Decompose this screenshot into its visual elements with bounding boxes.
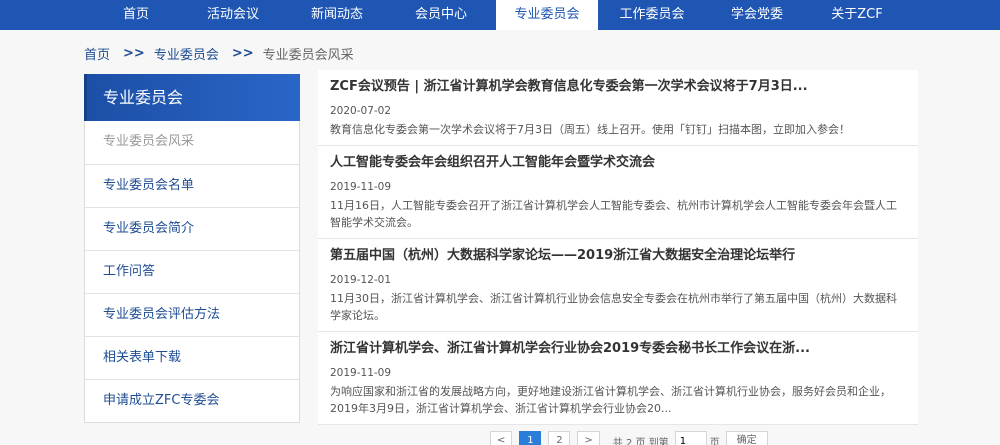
nav-home[interactable]: 首页 [94, 0, 178, 30]
article-list: ZCF会议预告 | 浙江省计算机学会教育信息化专委会第一次学术会议将于7月3日.… [318, 70, 918, 425]
sidebar-item-forms[interactable]: 相关表单下载 [85, 336, 299, 379]
sidebar-item-faq[interactable]: 工作问答 [85, 250, 299, 293]
article-date: 2020-07-02 [330, 105, 392, 117]
article-item: 人工智能专委会年会组织召开人工智能年会暨学术交流会 2019-11-09 11月… [318, 146, 918, 239]
sidebar-item-evaluation[interactable]: 专业委员会评估方法 [85, 293, 299, 336]
nav-party-committee[interactable]: 学会党委 [706, 0, 808, 30]
nav-member-center[interactable]: 会员中心 [386, 0, 496, 30]
article-date: 2019-11-09 [330, 181, 392, 193]
article-date: 2019-11-09 [330, 367, 392, 379]
sidebar-item-style[interactable]: 专业委员会风采 [85, 121, 299, 164]
page-number-input[interactable] [674, 431, 707, 445]
article-date: 2019-12-01 [330, 274, 392, 286]
nav-about-zcf[interactable]: 关于ZCF [808, 0, 906, 30]
breadcrumb: 首页 >> 专业委员会 >> 专业委员会风采 [84, 44, 354, 63]
article-item: ZCF会议预告 | 浙江省计算机学会教育信息化专委会第一次学术会议将于7月3日.… [318, 70, 918, 146]
next-page-button[interactable]: > [577, 431, 600, 445]
top-navigation: 首页 活动会议 新闻动态 会员中心 专业委员会 工作委员会 学会党委 关于ZCF [0, 0, 1000, 30]
page-1-button[interactable]: 1 [519, 431, 542, 445]
nav-activities[interactable]: 活动会议 [178, 0, 288, 30]
pagination: < 1 2 > 共 2 页 到第 页 确定 [490, 431, 768, 445]
total-pages-text: 共 2 页 到第 [612, 437, 669, 445]
sidebar: 专业委员会 专业委员会风采 专业委员会名单 专业委员会简介 工作问答 专业委员会… [84, 74, 300, 423]
breadcrumb-separator: >> [123, 46, 145, 61]
article-summary: 教育信息化专委会第一次学术会议将于7月3日（周五）线上召开。使用「钉钉」扫描本图… [330, 123, 850, 136]
article-title[interactable]: 第五届中国（杭州）大数据科学家论坛——2019浙江省大数据安全治理论坛举行 [330, 247, 906, 265]
page-unit-text: 页 [709, 437, 720, 445]
article-title[interactable]: ZCF会议预告 | 浙江省计算机学会教育信息化专委会第一次学术会议将于7月3日.… [330, 78, 906, 96]
nav-working-committee[interactable]: 工作委员会 [598, 0, 706, 30]
sidebar-item-list[interactable]: 专业委员会名单 [85, 164, 299, 207]
sidebar-item-apply[interactable]: 申请成立ZFC专委会 [85, 379, 299, 422]
article-summary: 11月16日，人工智能专委会召开了浙江省计算机学会人工智能专委会、杭州市计算机学… [330, 199, 897, 229]
article-title[interactable]: 浙江省计算机学会、浙江省计算机学会行业协会2019专委会秘书长工作会议在浙... [330, 340, 906, 358]
article-summary: 为响应国家和浙江省的发展战略方向，更好地建设浙江省计算机学会、浙江省计算机行业协… [330, 385, 891, 415]
breadcrumb-separator: >> [231, 46, 254, 61]
article-title[interactable]: 人工智能专委会年会组织召开人工智能年会暨学术交流会 [330, 154, 906, 172]
sidebar-menu: 专业委员会风采 专业委员会名单 专业委员会简介 工作问答 专业委员会评估方法 相… [84, 121, 300, 423]
breadcrumb-home[interactable]: 首页 [84, 44, 110, 63]
sidebar-item-intro[interactable]: 专业委员会简介 [85, 207, 299, 250]
article-item: 浙江省计算机学会、浙江省计算机学会行业协会2019专委会秘书长工作会议在浙...… [318, 332, 918, 425]
nav-news[interactable]: 新闻动态 [288, 0, 386, 30]
go-to-page-button[interactable]: 确定 [725, 431, 768, 445]
breadcrumb-current: 专业委员会风采 [262, 48, 354, 63]
article-summary: 11月30日，浙江省计算机学会、浙江省计算机行业协会信息安全专委会在杭州市举行了… [330, 292, 897, 322]
article-item: 第五届中国（杭州）大数据科学家论坛——2019浙江省大数据安全治理论坛举行 20… [318, 239, 918, 332]
breadcrumb-section[interactable]: 专业委员会 [154, 44, 219, 63]
nav-professional-committee[interactable]: 专业委员会 [496, 0, 598, 30]
sidebar-title: 专业委员会 [84, 74, 300, 121]
page-2-button[interactable]: 2 [548, 431, 571, 445]
prev-page-button[interactable]: < [490, 431, 513, 445]
